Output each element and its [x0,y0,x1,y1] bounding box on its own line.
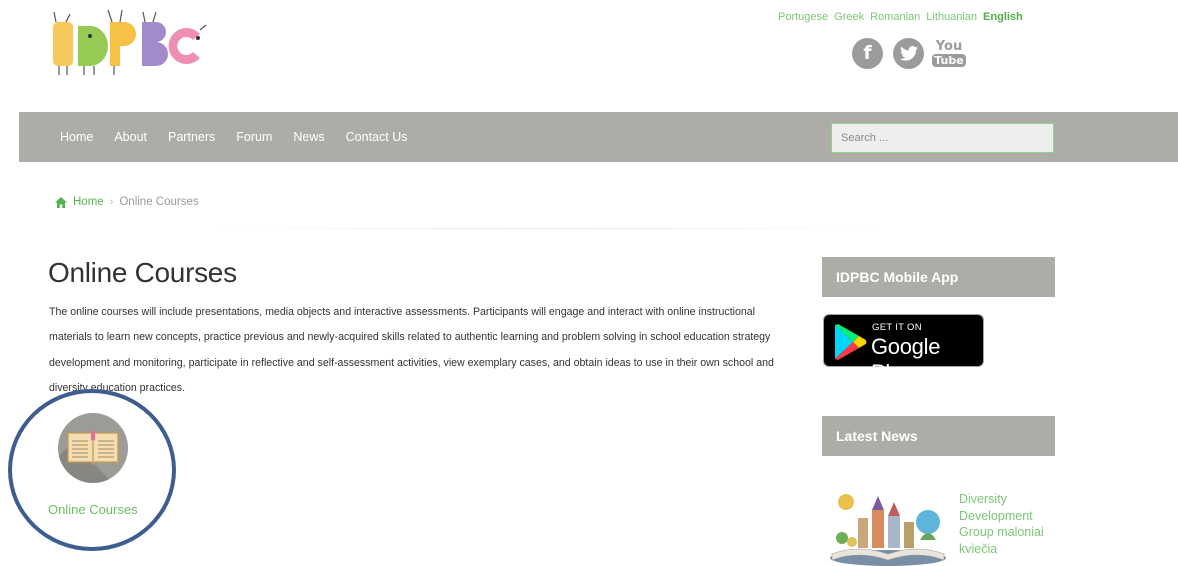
google-play-icon [835,324,867,360]
lang-greek[interactable]: Greek [834,11,864,23]
breadcrumb: Home › Online Courses [55,196,199,208]
youtube-icon[interactable]: You Tube [932,36,966,70]
breadcrumb-home[interactable]: Home [55,196,104,208]
lang-english[interactable]: English [983,11,1023,23]
annotation-circle [8,389,176,551]
main-menu: Home About Partners Forum News Contact U… [60,112,429,162]
lang-portugese[interactable]: Portugese [778,11,828,23]
home-icon [55,196,67,208]
breadcrumb-current: Online Courses [119,196,199,208]
divider [215,228,885,229]
breadcrumb-home-label: Home [73,196,104,208]
google-play-badge[interactable]: GET IT ON Google Play [823,314,984,385]
idpbc-logo[interactable] [50,8,215,78]
google-play-line2: Google Play [871,334,941,385]
lang-lithuanian[interactable]: Lithuanian [926,11,977,23]
nav-about[interactable]: About [114,130,147,144]
twitter-icon[interactable] [893,37,924,69]
page-title: Online Courses [48,257,237,288]
social-links: f You Tube [852,36,966,70]
news-item-link[interactable]: Diversity Development Group maloniai kvi… [959,491,1059,557]
nav-forum[interactable]: Forum [236,130,272,144]
latest-news-heading: Latest News [822,416,1055,456]
nav-contact-us[interactable]: Contact Us [346,130,408,144]
nav-home[interactable]: Home [60,130,93,144]
main-navbar: Home About Partners Forum News Contact U… [19,112,1178,162]
breadcrumb-separator: › [109,196,114,208]
search-input[interactable] [831,123,1054,153]
mobile-app-heading: IDPBC Mobile App [822,257,1055,297]
google-play-line1: GET IT ON [872,322,922,333]
nav-news[interactable]: News [293,130,324,144]
nav-partners[interactable]: Partners [168,130,215,144]
page-description: The online courses will include presenta… [49,306,774,394]
facebook-icon[interactable]: f [852,37,883,69]
lang-romanian[interactable]: Romanian [870,11,920,23]
news-thumbnail[interactable] [828,488,948,566]
language-selector: Portugese Greek Romanian Lithuanian Engl… [778,11,1023,23]
